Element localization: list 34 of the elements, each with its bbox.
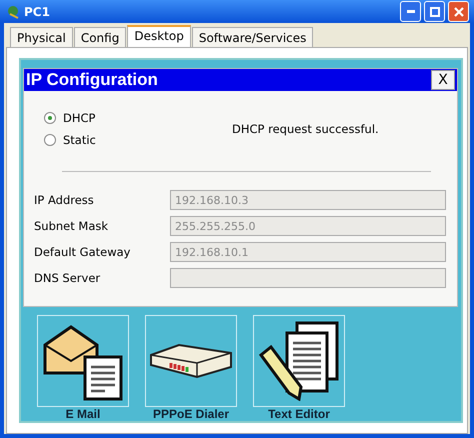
dialog-close-button[interactable]: X [431,70,455,90]
app-tile[interactable] [37,315,129,407]
radio-option[interactable]: Static [44,133,194,147]
field-label: Default Gateway [34,245,132,259]
app-tile[interactable] [145,315,237,407]
tab[interactable]: Desktop [127,25,191,47]
pencil-document-icon [257,321,341,401]
network-icon [7,4,21,18]
close-button[interactable] [448,1,469,22]
radio-button[interactable] [44,112,56,124]
window-title: PC1 [24,4,50,18]
close-icon [454,6,464,16]
tab[interactable]: Physical [10,27,73,47]
input-field[interactable] [170,268,446,288]
status-message: DHCP request successful. [232,122,379,136]
app-label: PPPoE Dialer [152,407,230,421]
minimize-icon [406,10,414,13]
app-label: Text Editor [268,407,330,421]
dialog-title: IP Configuration [26,70,158,90]
modem-icon [149,341,233,381]
radio-button[interactable] [44,134,56,146]
radio-label: DHCP [63,111,96,125]
field-label: DNS Server [34,271,102,285]
field-label: IP Address [34,193,95,207]
app-label: E Mail [66,407,100,421]
field-label: Subnet Mask [34,219,110,233]
radio-label: Static [63,133,96,147]
maximize-button[interactable] [424,1,445,22]
tab[interactable]: Software/Services [192,27,314,47]
tab[interactable]: Config [74,27,126,47]
minimize-button[interactable] [400,1,421,22]
radio-option[interactable]: DHCP [44,111,194,125]
maximize-icon [430,6,440,16]
app-tile[interactable] [253,315,345,407]
